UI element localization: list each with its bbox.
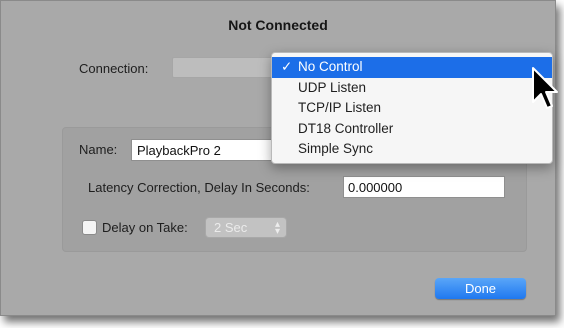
delay-on-take-select[interactable]: 2 Sec ▴ ▾ <box>205 217 287 238</box>
dialog-title: Not Connected <box>228 17 328 33</box>
delay-on-take-value: 2 Sec <box>214 220 248 235</box>
connection-label: Connection: <box>79 61 149 76</box>
menu-item-tcpip-listen[interactable]: TCP/IP Listen <box>272 98 552 119</box>
connection-popup[interactable] <box>172 57 282 78</box>
menu-item-dt18-controller[interactable]: DT18 Controller <box>272 119 552 140</box>
done-button[interactable]: Done <box>435 278 526 299</box>
menu-item-label: UDP Listen <box>298 79 367 95</box>
latency-correction-field[interactable]: 0.000000 <box>343 176 505 198</box>
name-field[interactable]: PlaybackPro 2 <box>131 139 279 161</box>
check-mark-icon: ✓ <box>281 59 293 74</box>
menu-item-simple-sync[interactable]: Simple Sync <box>272 139 552 160</box>
name-label: Name: <box>79 142 118 157</box>
delay-on-take-checkbox[interactable] <box>82 220 97 235</box>
up-down-stepper-icon: ▴ ▾ <box>274 219 280 237</box>
connection-dropdown-menu: ✓ No Control UDP Listen TCP/IP Listen DT… <box>271 52 553 164</box>
delay-on-take-label: Delay on Take: <box>102 220 188 235</box>
menu-item-udp-listen[interactable]: UDP Listen <box>272 78 552 99</box>
menu-item-label: No Control <box>298 59 363 74</box>
menu-item-label: DT18 Controller <box>298 120 394 136</box>
arrow-cursor-icon <box>532 67 558 109</box>
menu-item-no-control[interactable]: ✓ No Control <box>272 57 552 78</box>
latency-correction-label: Latency Correction, Delay In Seconds: <box>88 180 310 195</box>
menu-item-label: TCP/IP Listen <box>298 100 382 115</box>
menu-item-label: Simple Sync <box>298 141 374 156</box>
